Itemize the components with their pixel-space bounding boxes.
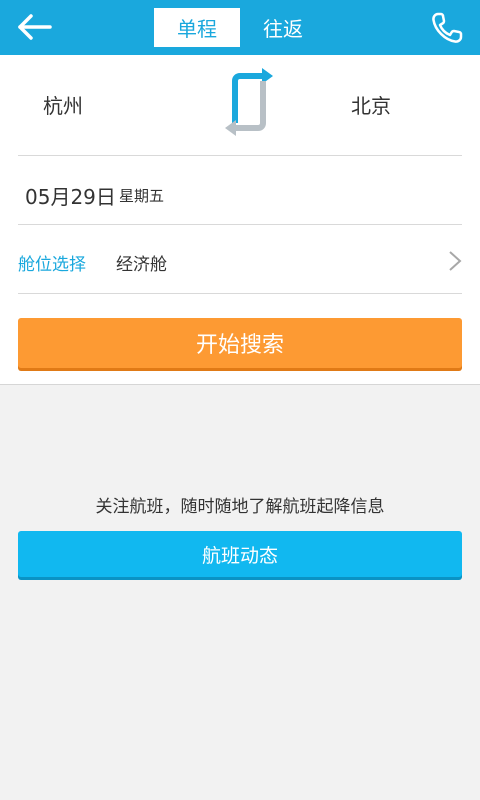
tab-round-trip[interactable]: 往返 [240,8,326,47]
date-picker-row[interactable]: 05月29日 星期五 [0,157,480,225]
top-bar: 单程 往返 [0,0,480,55]
divider [18,155,462,156]
cabin-class-value: 经济舱 [116,255,167,275]
departure-city[interactable]: 杭州 [43,90,83,119]
departure-date: 05月29日 [25,185,116,209]
cabin-class-label: 舱位选择 [18,255,86,275]
back-button[interactable] [14,10,54,44]
divider [18,224,462,225]
phone-icon [432,12,463,43]
arrow-left-icon [18,14,52,40]
swap-route-icon [225,68,273,136]
cabin-class-row[interactable]: 舱位选择 经济舱 [0,226,480,293]
divider [18,293,462,294]
departure-weekday: 星期五 [119,187,165,205]
tab-one-way[interactable]: 单程 [154,8,240,47]
swap-route-button[interactable] [222,65,276,139]
arrival-city[interactable]: 北京 [351,90,391,119]
search-button[interactable]: 开始搜索 [18,318,462,368]
phone-button[interactable] [426,8,468,48]
chevron-right-icon [449,251,462,271]
search-form: 杭州 北京 05月29日 星期五 舱位选择 经济舱 开始搜索 [0,55,480,385]
flight-status-button[interactable]: 航班动态 [18,531,462,577]
flight-status-promo: 关注航班，随时随地了解航班起降信息 [95,497,385,517]
